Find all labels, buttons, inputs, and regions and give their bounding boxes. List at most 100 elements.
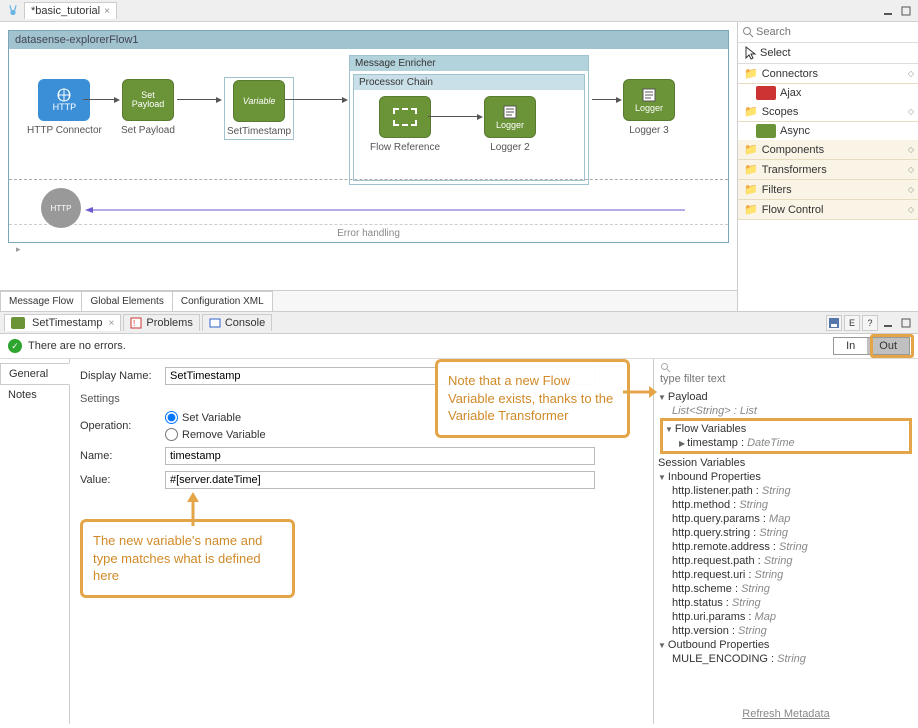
radio-set-variable[interactable]: Set Variable xyxy=(165,411,266,424)
expand-icon: ◇ xyxy=(908,205,912,214)
in-out-toggle: In Out xyxy=(833,337,910,355)
logger-icon xyxy=(640,87,658,103)
arrow-icon xyxy=(428,116,478,117)
tab-console[interactable]: Console xyxy=(202,314,272,331)
callout-highlight-flowvars: Flow Variables timestamp : DateTime xyxy=(660,418,912,454)
file-tab[interactable]: *basic_tutorial × xyxy=(24,2,117,19)
enricher-title: Message Enricher xyxy=(350,56,588,71)
folder-icon: 📁 xyxy=(744,163,758,176)
globe-icon xyxy=(54,88,74,102)
search-icon xyxy=(742,26,754,38)
set-payload-node[interactable]: Set Payload Set Payload xyxy=(121,79,175,136)
bunny-icon xyxy=(6,4,20,18)
variable-icon xyxy=(11,317,25,329)
value-label: Value: xyxy=(80,474,165,486)
palette: Select 📁Connectors ◇ Ajax 📁Scopes ◇ Asyn… xyxy=(738,22,918,311)
maximize-icon[interactable] xyxy=(900,5,912,17)
nav-general[interactable]: General xyxy=(0,363,70,385)
status-bar: ✓ There are no errors. In Out xyxy=(0,334,918,359)
nav-notes[interactable]: Notes xyxy=(0,385,69,405)
tree-outbound-properties[interactable]: Outbound Properties xyxy=(658,638,914,652)
file-tab-label: *basic_tutorial xyxy=(31,5,100,17)
folder-icon: 📁 xyxy=(744,67,758,80)
palette-category-components[interactable]: 📁Components ◇ xyxy=(738,140,918,160)
folder-icon: 📁 xyxy=(744,143,758,156)
tab-problems[interactable]: ! Problems xyxy=(123,314,199,331)
logger3-node[interactable]: Logger Logger 3 xyxy=(623,79,675,136)
tree-inbound-prop: http.query.string : String xyxy=(658,526,914,540)
tree-inbound-prop: http.remote.address : String xyxy=(658,540,914,554)
tree-inbound-prop: http.request.path : String xyxy=(658,554,914,568)
tree-inbound-prop: http.query.params : Map xyxy=(658,512,914,526)
refresh-metadata-link[interactable]: Refresh Metadata xyxy=(654,704,918,724)
collapse-icon: ◇ xyxy=(908,107,912,116)
search-icon xyxy=(660,362,671,373)
properties-leftnav: General Notes xyxy=(0,359,70,724)
expand-icon: ◇ xyxy=(908,185,912,194)
return-arrow-icon xyxy=(85,206,685,214)
processor-chain: Processor Chain Flow Reference Logger Lo… xyxy=(353,74,585,181)
tree-payload[interactable]: Payload xyxy=(658,390,914,404)
palette-item-async[interactable]: Async xyxy=(738,122,918,140)
operation-label: Operation: xyxy=(80,420,165,432)
tree-inbound-prop: http.request.uri : String xyxy=(658,568,914,582)
palette-category-connectors[interactable]: 📁Connectors ◇ xyxy=(738,64,918,84)
expand-icon: ◇ xyxy=(908,145,912,154)
name-label: Name: xyxy=(80,450,165,462)
maximize-view-icon[interactable] xyxy=(898,315,914,331)
folder-icon: 📁 xyxy=(744,183,758,196)
arrow-icon xyxy=(592,99,617,100)
async-icon xyxy=(756,124,776,138)
inspector-filter-input[interactable] xyxy=(660,373,912,385)
palette-item-ajax[interactable]: Ajax xyxy=(738,84,918,102)
cursor-icon xyxy=(744,46,756,60)
minimize-icon[interactable] xyxy=(882,5,894,17)
http-connector-node[interactable]: HTTP HTTP Connector xyxy=(27,79,102,136)
flow-reference-node[interactable]: Flow Reference xyxy=(370,96,440,153)
http-response-node[interactable]: HTTP xyxy=(41,188,81,228)
folder-icon: 📁 xyxy=(744,203,758,216)
name-input[interactable] xyxy=(165,447,595,465)
tree-timestamp[interactable]: timestamp : DateTime xyxy=(665,436,907,450)
flow-title: datasense-explorerFlow1 xyxy=(9,31,728,49)
folder-icon: 📁 xyxy=(744,105,758,118)
save-button[interactable] xyxy=(826,315,842,331)
tree-inbound-prop: http.method : String xyxy=(658,498,914,512)
palette-category-filters[interactable]: 📁Filters ◇ xyxy=(738,180,918,200)
ok-icon: ✓ xyxy=(8,339,22,353)
expand-icon: ◇ xyxy=(908,165,912,174)
close-tab-icon[interactable]: × xyxy=(109,318,115,329)
tab-message-flow[interactable]: Message Flow xyxy=(0,291,82,311)
problems-icon: ! xyxy=(130,317,142,329)
message-enricher-scope[interactable]: Message Enricher Processor Chain Flow Re… xyxy=(349,55,589,185)
outline-button[interactable]: E xyxy=(844,315,860,331)
help-button[interactable]: ? xyxy=(862,315,878,331)
tree-inbound-prop: http.listener.path : String xyxy=(658,484,914,498)
palette-category-scopes[interactable]: 📁Scopes ◇ xyxy=(738,102,918,122)
tree-flow-variables[interactable]: Flow Variables xyxy=(665,422,907,436)
value-input[interactable] xyxy=(165,471,595,489)
title-bar: *basic_tutorial × xyxy=(0,0,918,22)
radio-remove-variable[interactable]: Remove Variable xyxy=(165,428,266,441)
minimize-view-icon[interactable] xyxy=(880,315,896,331)
variable-node[interactable]: Variable SetTimestamp xyxy=(224,77,294,140)
close-tab-icon[interactable]: × xyxy=(104,6,110,17)
tree-inbound-properties[interactable]: Inbound Properties xyxy=(658,470,914,484)
tree-session-variables[interactable]: Session Variables xyxy=(658,456,914,470)
palette-category-flowcontrol[interactable]: 📁Flow Control ◇ xyxy=(738,200,918,220)
palette-select-tool[interactable]: Select xyxy=(738,43,918,64)
collapse-icon: ◇ xyxy=(908,69,912,78)
palette-search-input[interactable] xyxy=(754,24,914,40)
palette-category-transformers[interactable]: 📁Transformers ◇ xyxy=(738,160,918,180)
tab-global-elements[interactable]: Global Elements xyxy=(81,291,172,311)
in-tab[interactable]: In xyxy=(834,338,867,354)
tree-inbound-prop: http.status : String xyxy=(658,596,914,610)
flow-tabs: Message Flow Global Elements Configurati… xyxy=(0,290,737,311)
metadata-inspector: Payload List<String> : List Flow Variabl… xyxy=(653,359,918,724)
logger2-node[interactable]: Logger Logger 2 xyxy=(484,96,536,153)
tab-configuration-xml[interactable]: Configuration XML xyxy=(172,291,273,311)
flowref-icon xyxy=(393,108,417,126)
svg-text:!: ! xyxy=(133,319,135,328)
tree-inbound-prop: http.uri.params : Map xyxy=(658,610,914,624)
tab-settimestamp[interactable]: SetTimestamp × xyxy=(4,314,121,331)
